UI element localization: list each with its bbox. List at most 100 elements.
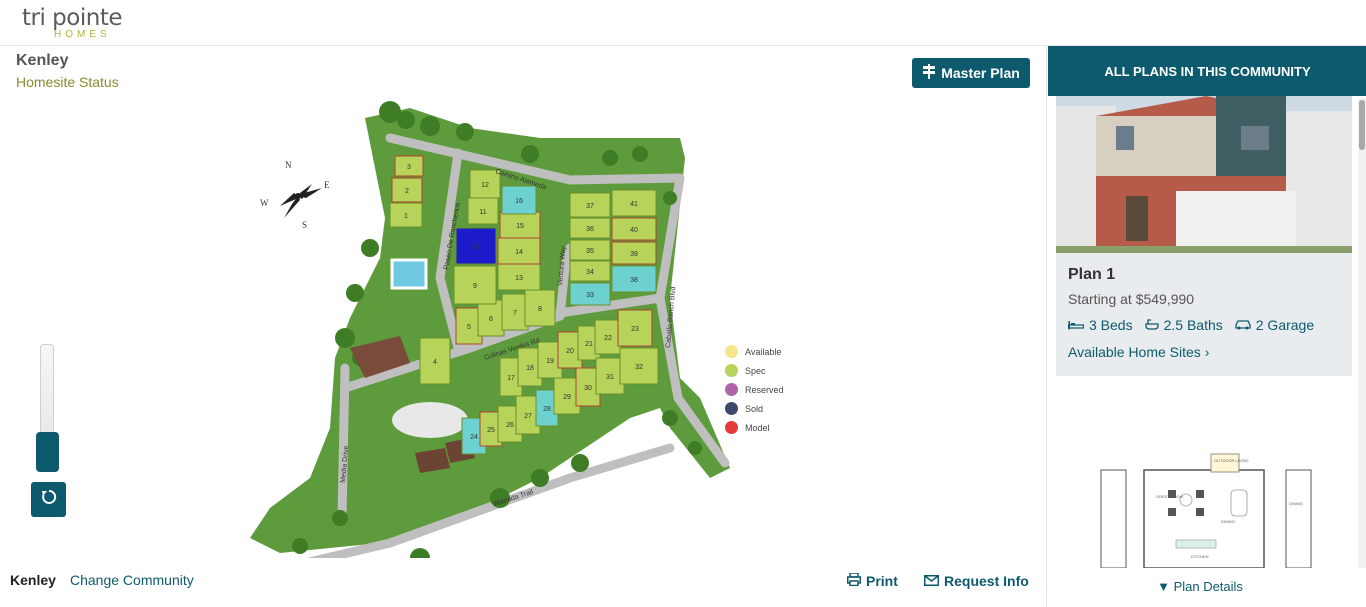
homesite-status-label: Homesite Status <box>16 74 119 90</box>
legend-item-available: Available <box>725 342 784 361</box>
lot-number: 20 <box>566 348 574 355</box>
signpost-icon <box>922 64 936 82</box>
floorplan-outdoor-label: OUTDOOR LIVING <box>1214 458 1249 463</box>
floorplan-dining2-label: DINING <box>1289 501 1303 506</box>
bed-icon <box>1067 317 1085 333</box>
change-community-link[interactable]: Change Community <box>70 572 194 588</box>
lot-number: 4 <box>433 359 437 366</box>
lot-number: 11 <box>479 209 486 216</box>
lot-number: 31 <box>606 374 614 381</box>
car-icon <box>1235 317 1251 333</box>
lot-number: 24 <box>470 434 478 441</box>
lot-number: 34 <box>586 269 594 276</box>
lot-number: 38 <box>630 277 638 284</box>
legend-item-sold: Sold <box>725 399 784 418</box>
plan-exterior-photo <box>1056 96 1352 253</box>
community-title: Kenley <box>16 52 69 69</box>
site-plan-map[interactable]: 1234567891011121314151617181920212223242… <box>240 98 740 558</box>
legend-item-spec: Spec <box>725 361 784 380</box>
legend-swatch <box>725 364 738 377</box>
lot-number: 15 <box>516 223 524 230</box>
available-home-sites-link[interactable]: Available Home Sites › <box>1068 344 1209 360</box>
print-label: Print <box>866 573 898 589</box>
pool <box>390 258 428 290</box>
lot-number: 18 <box>526 365 534 372</box>
lot-number: 6 <box>489 316 493 323</box>
lot-number: 41 <box>630 201 638 208</box>
legend-swatch <box>725 345 738 358</box>
legend-label: Reserved <box>745 384 784 395</box>
baths-value: 2.5 Baths <box>1163 317 1223 333</box>
request-info-button[interactable]: Request Info <box>924 573 1029 589</box>
lot-number: 32 <box>635 364 643 371</box>
plan-specs: 3 Beds 2.5 Baths 2 Garage <box>1067 317 1314 333</box>
compass-w: W <box>260 198 269 208</box>
lot-number: 7 <box>513 310 517 317</box>
status-legend: Available Spec Reserved Sold Model <box>725 342 784 437</box>
legend-label: Spec <box>745 365 766 376</box>
reset-view-button[interactable] <box>31 482 66 517</box>
lot-number: 12 <box>481 182 489 189</box>
lot-number: 23 <box>631 326 639 333</box>
lot-number: 22 <box>604 335 612 342</box>
plans-scrollbar-track[interactable] <box>1358 98 1366 568</box>
lot-number: 29 <box>563 394 571 401</box>
lot-number: 10 <box>472 244 480 251</box>
garage-spec: 2 Garage <box>1235 317 1314 333</box>
lot-number: 39 <box>630 251 638 258</box>
legend-swatch <box>725 383 738 396</box>
lot-number: 1 <box>404 213 408 220</box>
printer-icon <box>847 572 861 589</box>
plan-card[interactable]: Plan 1 Starting at $549,990 3 Beds 2.5 B… <box>1056 96 1352 376</box>
lot-number: 26 <box>506 422 514 429</box>
legend-label: Model <box>745 422 770 433</box>
lot-number: 8 <box>538 306 542 313</box>
zoom-slider-handle[interactable] <box>36 432 59 472</box>
lot-number: 27 <box>524 413 532 420</box>
legend-label: Available <box>745 346 782 357</box>
plaza <box>392 402 468 438</box>
garage-value: 2 Garage <box>1255 317 1315 333</box>
lot-number: 28 <box>543 406 551 413</box>
lot-number: 33 <box>586 292 594 299</box>
legend-swatch <box>725 402 738 415</box>
site-map-pane: Kenley Homesite Status Master Plan 1 2 3… <box>0 46 1046 607</box>
lot-number: 13 <box>515 275 523 282</box>
floorplan-kitchen-label: KITCHEN <box>1191 554 1209 559</box>
reset-icon <box>40 488 58 511</box>
logo-subtext: HOMES <box>54 29 111 40</box>
legend-item-model: Model <box>725 418 784 437</box>
master-plan-button[interactable]: Master Plan <box>912 58 1030 88</box>
top-bar: tri pointe HOMES <box>0 0 1366 46</box>
plan-price: Starting at $549,990 <box>1068 291 1195 307</box>
lot-number: 37 <box>586 203 594 210</box>
lot-number: 40 <box>630 227 638 234</box>
lot-number: 25 <box>487 427 495 434</box>
plans-scrollbar-thumb[interactable] <box>1359 100 1365 150</box>
lot-number: 17 <box>507 375 515 382</box>
compass-n: N <box>285 160 292 170</box>
lot-number: 19 <box>546 358 554 365</box>
plan-details-button[interactable]: ▼ Plan Details <box>1048 579 1352 594</box>
logo-text: tri pointe <box>22 5 122 31</box>
beds-value: 3 Beds <box>1089 317 1133 333</box>
compass-e: E <box>324 180 330 190</box>
lot-number: 9 <box>473 283 477 290</box>
print-button[interactable]: Print <box>847 572 898 589</box>
envelope-icon <box>924 573 939 589</box>
floorplan-image: OUTDOOR LIVING GREAT ROOM DINING KITCHEN… <box>1056 378 1352 568</box>
lot-number: 30 <box>584 385 592 392</box>
lot-number: 14 <box>515 249 523 256</box>
lot-number: 35 <box>586 248 594 255</box>
lot-number: 16 <box>515 198 523 205</box>
compass-icon: N E S W <box>260 160 330 230</box>
lot-number: 21 <box>585 341 593 348</box>
available-home-sites-label: Available Home Sites <box>1068 344 1201 360</box>
beds-spec: 3 Beds <box>1067 317 1133 333</box>
plan-name: Plan 1 <box>1068 266 1116 283</box>
tri-pointe-logo[interactable]: tri pointe HOMES <box>22 6 122 40</box>
lot-number: 2 <box>405 188 409 195</box>
footer-community-name: Kenley <box>10 572 56 588</box>
filter-icon: ▼ <box>1157 579 1170 594</box>
chevron-right-icon: › <box>1204 344 1210 360</box>
